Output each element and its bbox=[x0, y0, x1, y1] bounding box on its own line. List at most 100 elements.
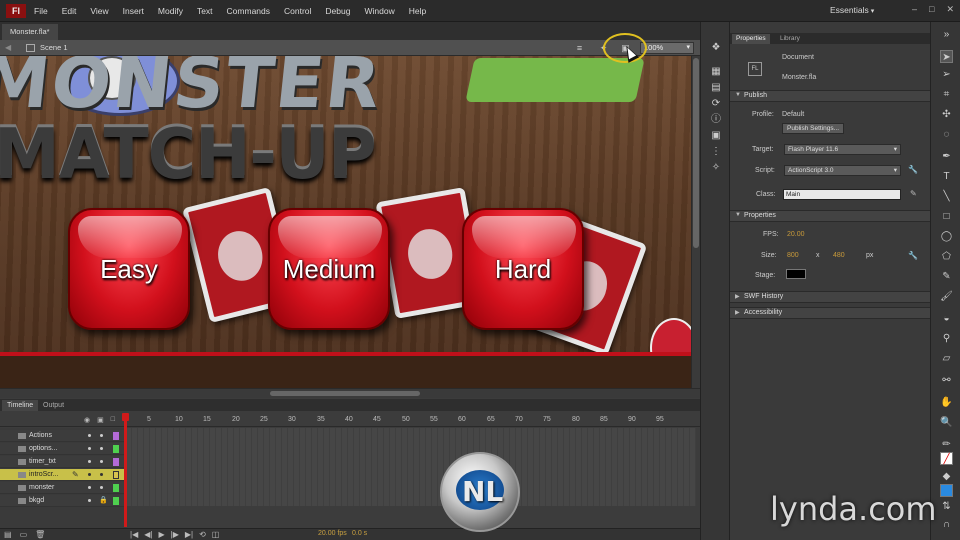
eyedropper-icon[interactable]: ⚲ bbox=[940, 332, 953, 345]
workspace-switcher[interactable]: Essentials bbox=[830, 5, 874, 15]
medium-button[interactable]: Medium bbox=[268, 208, 390, 330]
visibility-dot[interactable] bbox=[88, 486, 91, 489]
menu-window[interactable]: Window bbox=[364, 6, 394, 16]
document-tab[interactable]: Monster.fla* bbox=[2, 24, 58, 40]
menu-edit[interactable]: Edit bbox=[62, 6, 77, 16]
height-value[interactable]: 480 bbox=[833, 252, 845, 259]
free-transform-icon[interactable]: ⌗ bbox=[940, 88, 953, 101]
zoom-tool-icon[interactable]: 🔍 bbox=[940, 416, 953, 429]
visibility-dot[interactable] bbox=[88, 434, 91, 437]
stage-color-swatch[interactable] bbox=[786, 269, 806, 279]
menu-help[interactable]: Help bbox=[409, 6, 426, 16]
wrench-icon[interactable]: 🔧 bbox=[908, 251, 918, 260]
fps-value[interactable]: 20.00 bbox=[787, 231, 805, 238]
zoom-dropdown[interactable]: 100% bbox=[640, 42, 694, 54]
onion-skin-icon[interactable]: ◫ bbox=[212, 530, 220, 539]
wrench-icon[interactable]: 🔧 bbox=[908, 165, 918, 174]
pencil-tool-icon[interactable]: ✎ bbox=[940, 270, 953, 283]
eraser-tool-icon[interactable]: ▱ bbox=[940, 352, 953, 365]
swap-colors-icon[interactable]: ⇅ bbox=[940, 500, 953, 513]
playhead[interactable] bbox=[124, 413, 127, 527]
outline-color-swatch[interactable] bbox=[113, 484, 119, 492]
lasso-icon[interactable]: ◌ bbox=[940, 128, 953, 141]
layer-row-selected[interactable]: introScr... ✎ bbox=[0, 469, 124, 481]
layer-row[interactable]: bkgd 🔒 bbox=[0, 495, 124, 507]
lock-dot[interactable] bbox=[100, 486, 103, 489]
outline-color-swatch[interactable] bbox=[113, 458, 119, 466]
selection-tool-icon[interactable]: ➤ bbox=[940, 50, 953, 63]
collapse-icon[interactable]: » bbox=[940, 28, 953, 41]
menu-modify[interactable]: Modify bbox=[158, 6, 183, 16]
stage-horizontal-scrollbar[interactable] bbox=[0, 388, 700, 398]
oval-tool-icon[interactable]: ◯ bbox=[940, 230, 953, 243]
text-tool-icon[interactable]: T bbox=[940, 170, 953, 183]
visibility-dot[interactable] bbox=[88, 473, 91, 476]
swf-history-section-header[interactable]: SWF History bbox=[730, 291, 930, 303]
easy-button[interactable]: Easy bbox=[68, 208, 190, 330]
polystar-tool-icon[interactable]: ⬠ bbox=[940, 250, 953, 263]
clapper-icon[interactable]: ≡ bbox=[574, 43, 585, 53]
back-arrow-icon[interactable]: ◀ bbox=[5, 43, 11, 52]
menu-text[interactable]: Text bbox=[197, 6, 213, 16]
menu-file[interactable]: File bbox=[34, 6, 48, 16]
eye-icon[interactable]: ◉ bbox=[84, 416, 90, 424]
bone-tool-icon[interactable]: ⚯ bbox=[940, 374, 953, 387]
close-icon[interactable]: ✕ bbox=[946, 4, 954, 15]
subselection-tool-icon[interactable]: ➢ bbox=[940, 68, 953, 81]
last-frame-icon[interactable]: ▶| bbox=[185, 530, 193, 539]
brush-tool-icon[interactable]: 🖌 bbox=[940, 290, 953, 303]
info-icon[interactable]: ⓘ bbox=[710, 114, 722, 125]
visibility-dot[interactable] bbox=[88, 499, 91, 502]
outline-color-swatch[interactable] bbox=[113, 497, 119, 505]
outline-icon[interactable]: □ bbox=[111, 416, 115, 424]
lock-icon[interactable]: 🔒 bbox=[99, 496, 108, 504]
publish-settings-button[interactable]: Publish Settings... bbox=[782, 123, 845, 134]
layer-row[interactable]: timer_txt bbox=[0, 456, 124, 468]
components-icon[interactable]: ▣ bbox=[710, 130, 722, 141]
3d-rotation-icon[interactable]: ✣ bbox=[940, 108, 953, 121]
visibility-dot[interactable] bbox=[88, 460, 91, 463]
step-forward-icon[interactable]: |▶ bbox=[171, 530, 179, 539]
new-layer-icon[interactable]: ▤ bbox=[4, 530, 12, 539]
outline-color-swatch[interactable] bbox=[113, 445, 119, 453]
loop-icon[interactable]: ⟲ bbox=[199, 530, 206, 539]
stage-canvas[interactable]: MONSTER MATCH-UP Easy Medium Hard bbox=[0, 56, 691, 388]
scrollbar-thumb[interactable] bbox=[693, 58, 699, 248]
step-back-icon[interactable]: ◀| bbox=[144, 530, 152, 539]
delete-layer-icon[interactable]: 🗑 bbox=[35, 530, 45, 539]
tab-properties[interactable]: Properties bbox=[732, 34, 770, 44]
tab-library[interactable]: Library bbox=[776, 34, 804, 44]
code-snippets-icon[interactable]: ✧ bbox=[710, 162, 722, 173]
line-tool-icon[interactable]: ╲ bbox=[940, 190, 953, 203]
menu-view[interactable]: View bbox=[90, 6, 108, 16]
edit-class-icon[interactable]: ✎ bbox=[910, 189, 917, 198]
accessibility-section-header[interactable]: Accessibility bbox=[730, 307, 930, 319]
menu-debug[interactable]: Debug bbox=[325, 6, 350, 16]
properties-section-header[interactable]: Properties bbox=[730, 210, 930, 222]
lock-dot[interactable] bbox=[100, 473, 103, 476]
visibility-dot[interactable] bbox=[88, 447, 91, 450]
stroke-color-swatch[interactable]: ╱ bbox=[940, 452, 953, 465]
menu-control[interactable]: Control bbox=[284, 6, 311, 16]
stage-vertical-scrollbar[interactable] bbox=[691, 56, 700, 388]
outline-color-swatch[interactable] bbox=[113, 432, 119, 440]
rectangle-tool-icon[interactable]: □ bbox=[940, 210, 953, 223]
layer-row[interactable]: monster bbox=[0, 482, 124, 494]
scrollbar-thumb[interactable] bbox=[270, 391, 420, 396]
frame-rate[interactable]: 20.00 fps bbox=[318, 530, 347, 537]
stroke-color-icon[interactable]: ✏ bbox=[940, 438, 953, 451]
width-value[interactable]: 800 bbox=[787, 252, 799, 259]
snap-icon[interactable]: ∩ bbox=[940, 518, 953, 531]
align-icon[interactable]: ▤ bbox=[710, 82, 722, 93]
paint-bucket-icon[interactable]: ◒ bbox=[940, 312, 953, 325]
minimize-icon[interactable]: – bbox=[912, 4, 917, 15]
tab-output[interactable]: Output bbox=[38, 400, 69, 411]
first-frame-icon[interactable]: |◀ bbox=[130, 530, 138, 539]
play-icon[interactable]: ▶ bbox=[158, 530, 164, 539]
layer-row[interactable]: options... bbox=[0, 443, 124, 455]
lock-dot[interactable] bbox=[100, 460, 103, 463]
playhead-handle[interactable] bbox=[122, 413, 129, 421]
layer-row[interactable]: Actions bbox=[0, 430, 124, 442]
menu-commands[interactable]: Commands bbox=[227, 6, 270, 16]
maximize-icon[interactable]: □ bbox=[929, 4, 934, 15]
